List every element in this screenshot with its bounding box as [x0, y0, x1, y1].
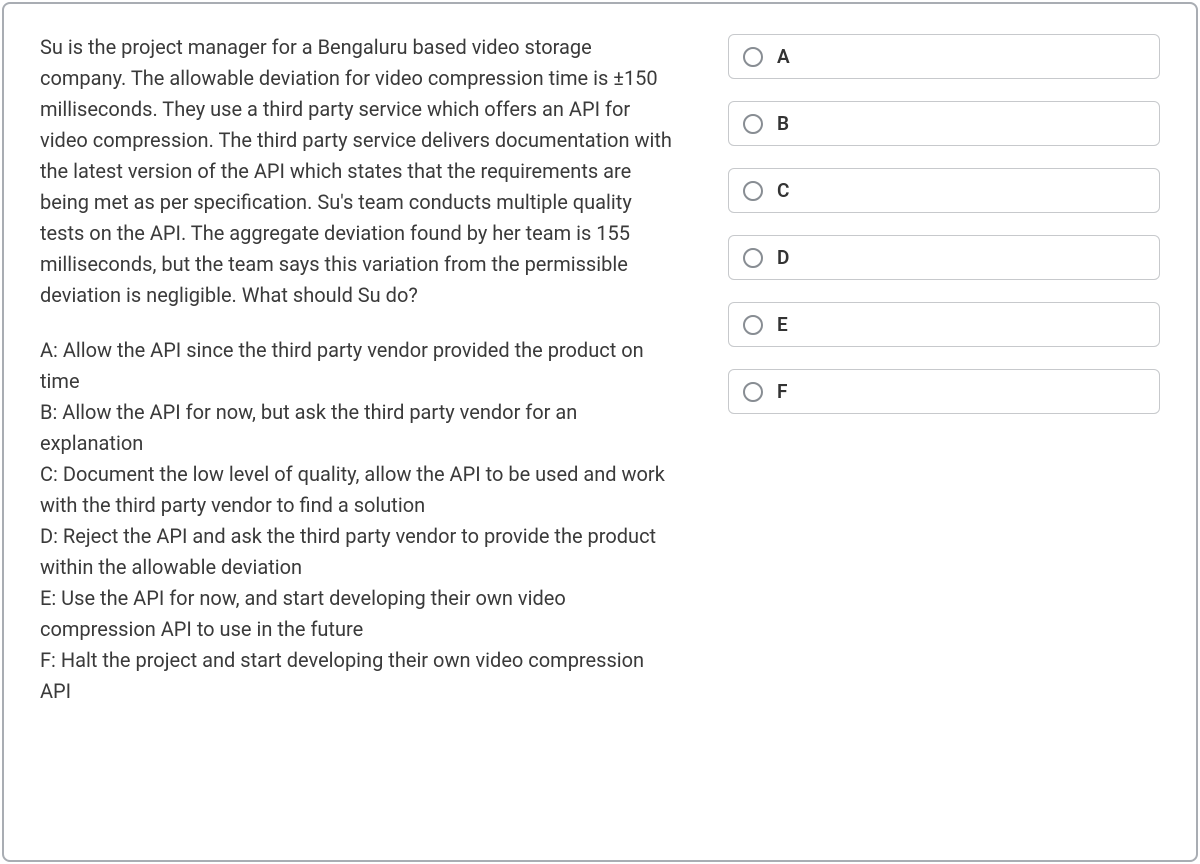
- choice-d-description: D: Reject the API and ask the third part…: [40, 521, 680, 583]
- radio-icon: [743, 382, 763, 402]
- option-a[interactable]: A: [728, 34, 1160, 79]
- choice-c-description: C: Document the low level of quality, al…: [40, 459, 680, 521]
- option-label: A: [777, 45, 790, 68]
- radio-icon: [743, 315, 763, 335]
- option-b[interactable]: B: [728, 101, 1160, 146]
- option-d[interactable]: D: [728, 235, 1160, 280]
- question-card: Su is the project manager for a Bengalur…: [2, 2, 1198, 862]
- choice-b-description: B: Allow the API for now, but ask the th…: [40, 397, 680, 459]
- option-label: B: [777, 112, 789, 135]
- radio-icon: [743, 181, 763, 201]
- question-body: Su is the project manager for a Bengalur…: [40, 32, 680, 832]
- option-label: D: [777, 246, 789, 269]
- choice-f-description: F: Halt the project and start developing…: [40, 645, 680, 707]
- choice-a-description: A: Allow the API since the third party v…: [40, 335, 680, 397]
- option-label: C: [777, 179, 789, 202]
- option-e[interactable]: E: [728, 302, 1160, 347]
- radio-icon: [743, 114, 763, 134]
- question-prompt: Su is the project manager for a Bengalur…: [40, 32, 680, 311]
- choice-e-description: E: Use the API for now, and start develo…: [40, 583, 680, 645]
- option-f[interactable]: F: [728, 369, 1160, 414]
- option-label: F: [777, 380, 787, 403]
- option-label: E: [777, 313, 788, 336]
- radio-icon: [743, 47, 763, 67]
- answer-options: A B C D E F: [728, 32, 1160, 832]
- radio-icon: [743, 248, 763, 268]
- option-c[interactable]: C: [728, 168, 1160, 213]
